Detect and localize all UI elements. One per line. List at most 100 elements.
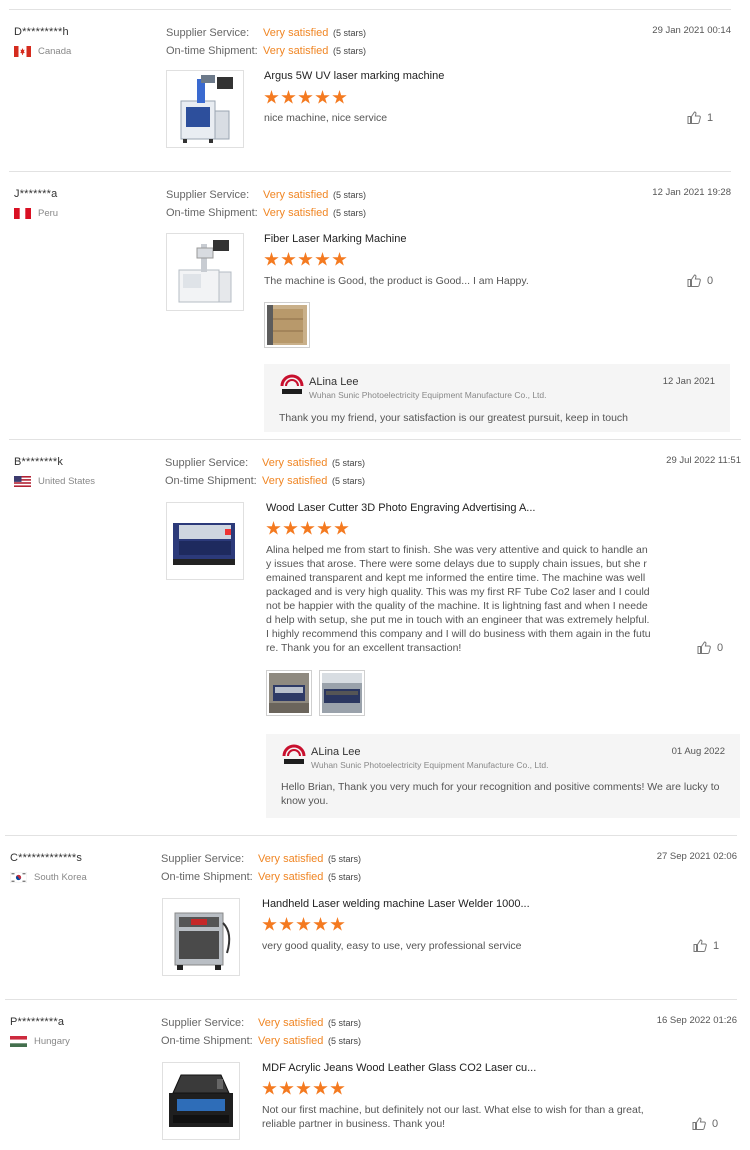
ratings: Supplier Service: Very satisfied (5 stars)… [161,1014,361,1050]
product-title[interactable]: Argus 5W UV laser marking machine [264,70,444,82]
supplier-service-stars: (5 stars) [332,458,366,468]
star-icon [283,521,298,535]
buyer-country: Canada [14,46,71,57]
review-photo[interactable] [264,302,310,348]
like-count: 0 [717,641,724,654]
on-time-shipment-stars: (5 stars) [333,46,367,56]
review-date: 27 Sep 2021 02:06 [656,851,737,862]
star-icon [315,252,330,266]
ratings: Supplier Service: Very satisfied (5 stars)… [161,850,361,886]
review-photo[interactable] [266,670,312,716]
buyer-info: B********k United States [14,456,95,487]
buyer-info: P*********a Hungary [10,1016,70,1047]
star-icon [281,252,296,266]
review-date: 16 Sep 2022 01:26 [656,1015,737,1026]
like-button[interactable]: 0 [697,641,723,654]
on-time-shipment-stars: (5 stars) [333,208,367,218]
buyer-name: P*********a [10,1016,65,1028]
review-item: J*******a Peru Supplier Service: Very sat… [9,171,731,439]
ratings: Supplier Service: Very satisfied (5 stars)… [165,454,365,490]
supplier-service-stars: (5 stars) [328,1018,362,1028]
buyer-country: Peru [14,208,58,219]
like-button[interactable]: 0 [687,274,713,287]
country-label: Canada [38,46,72,57]
on-time-shipment-value: Very satisfied [258,871,324,883]
product-thumbnail[interactable] [162,1062,240,1140]
product-rating-stars [262,917,345,932]
product-rating-stars [266,521,349,536]
star-icon [313,1081,328,1095]
reply-author: ALina Lee [311,746,361,758]
like-count: 1 [713,939,720,952]
star-icon [298,252,313,266]
on-time-shipment-stars: (5 stars) [328,1036,362,1046]
country-label: United States [38,476,96,487]
on-time-shipment-value: Very satisfied [258,1035,324,1047]
product-thumbnail[interactable] [166,233,244,311]
product-thumbnail[interactable] [162,898,240,976]
product-thumbnail[interactable] [166,502,244,580]
supplier-reply: ALina Lee Wuhan Sunic Photoelectricity E… [266,734,740,818]
reply-date: 01 Aug 2022 [671,746,725,757]
star-icon [317,521,332,535]
product-rating-stars [264,252,347,267]
star-icon [315,90,330,104]
product-rating-stars [264,90,347,105]
product-title[interactable]: Fiber Laser Marking Machine [264,233,406,245]
product-thumbnail[interactable] [166,70,244,148]
south-korea-flag-icon [10,872,27,883]
review-comment: Not our first machine, but definitely no… [262,1104,644,1130]
star-icon [334,521,349,535]
star-icon [279,917,294,931]
country-label: South Korea [34,872,87,883]
review-comment: nice machine, nice service [264,112,388,124]
supplier-service-stars: (5 stars) [333,190,367,200]
review-item: D*********h Canada Supplier Service: Very… [9,9,731,171]
like-button[interactable]: 1 [693,939,719,952]
fiber-laser-machine-image [178,240,232,303]
supplier-service-label: Supplier Service: [161,1017,245,1029]
star-icon [262,1081,277,1095]
star-icon [332,90,347,104]
crate-photo-image [267,305,307,345]
supplier-service-value: Very satisfied [258,853,324,865]
star-icon [279,1081,294,1095]
reply-date: 12 Jan 2021 [662,376,715,387]
on-time-shipment-label: On-time Shipment: [166,45,258,57]
thumbs-up-icon [692,1117,706,1130]
machine-photo-image [269,673,309,713]
star-icon [296,917,311,931]
like-button[interactable]: 1 [687,111,713,124]
thumbs-up-icon [693,939,707,952]
reply-author: ALina Lee [309,376,359,388]
on-time-shipment-value: Very satisfied [263,45,329,57]
product-title[interactable]: Wood Laser Cutter 3D Photo Engraving Adv… [266,502,535,514]
on-time-shipment-value: Very satisfied [262,475,328,487]
argus-logo-icon [280,374,304,394]
argus-logo-icon [282,744,306,764]
review-date: 29 Jul 2022 11:51 [666,455,741,466]
star-icon [300,521,315,535]
ratings: Supplier Service: Very satisfied (5 stars)… [166,186,366,222]
co2-laser-engraver-image [169,1074,233,1127]
supplier-service-value: Very satisfied [258,1017,324,1029]
star-icon [296,1081,311,1095]
star-icon [281,90,296,104]
star-icon [264,252,279,266]
like-button[interactable]: 0 [692,1117,718,1130]
like-count: 0 [707,274,714,287]
on-time-shipment-label: On-time Shipment: [165,475,257,487]
star-icon [298,90,313,104]
reply-company: Wuhan Sunic Photoelectricity Equipment M… [311,760,549,770]
product-title[interactable]: Handheld Laser welding machine Laser Wel… [262,898,530,910]
buyer-info: J*******a Peru [14,188,58,219]
review-photo[interactable] [319,670,365,716]
machine-photo-image [322,673,362,713]
product-title[interactable]: MDF Acrylic Jeans Wood Leather Glass CO2… [262,1062,536,1074]
supplier-service-label: Supplier Service: [166,189,250,201]
star-icon [330,917,345,931]
buyer-country: United States [14,476,95,487]
thumbs-up-icon [687,274,701,287]
review-item: P*********a Hungary Supplier Service: Ver… [5,999,737,1150]
buyer-name: D*********h [14,26,69,38]
